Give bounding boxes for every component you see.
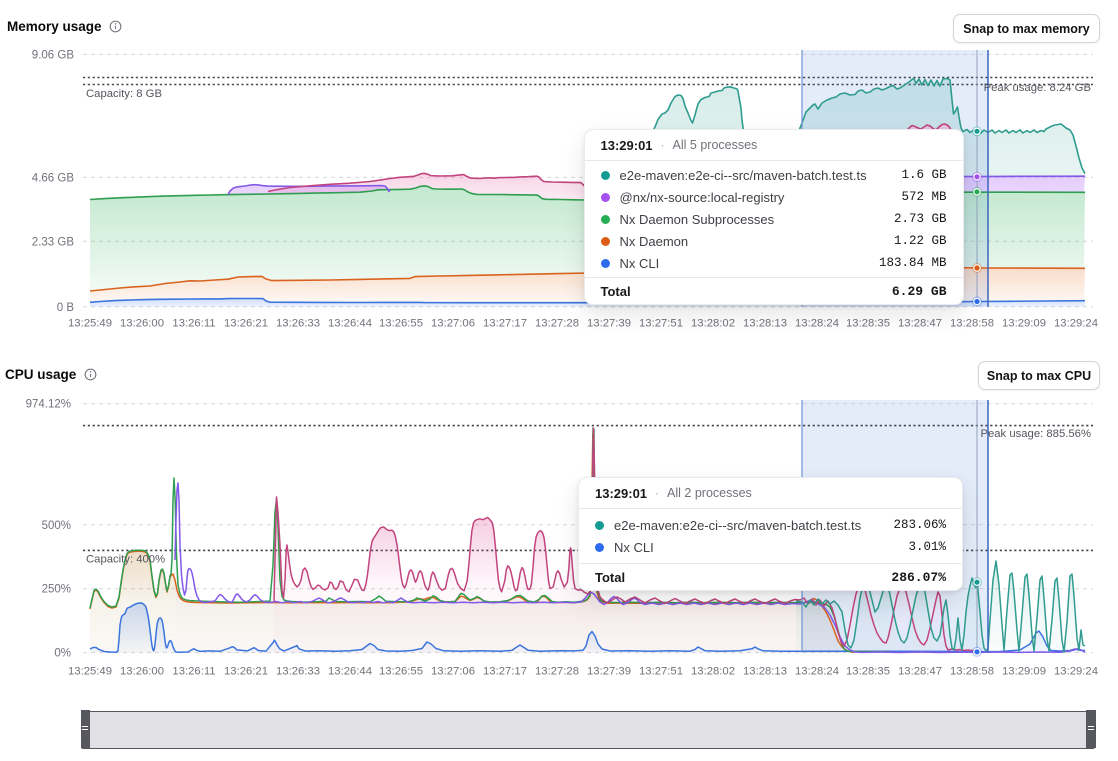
svg-text:13:28:58: 13:28:58 — [950, 318, 994, 330]
svg-text:13:28:35: 13:28:35 — [846, 318, 890, 330]
svg-text:13:28:13: 13:28:13 — [743, 666, 787, 678]
svg-text:13:26:21: 13:26:21 — [224, 666, 268, 678]
svg-text:13:26:55: 13:26:55 — [379, 666, 423, 678]
svg-text:13:28:35: 13:28:35 — [846, 666, 890, 678]
svg-text:500%: 500% — [42, 520, 71, 532]
svg-text:13:28:47: 13:28:47 — [898, 666, 942, 678]
svg-text:13:27:17: 13:27:17 — [483, 318, 527, 330]
svg-text:13:27:28: 13:27:28 — [535, 318, 579, 330]
svg-text:13:26:21: 13:26:21 — [224, 318, 268, 330]
svg-text:13:28:13: 13:28:13 — [743, 318, 787, 330]
svg-text:13:29:24: 13:29:24 — [1054, 318, 1098, 330]
svg-text:13:27:39: 13:27:39 — [587, 318, 631, 330]
svg-text:13:26:33: 13:26:33 — [276, 318, 320, 330]
svg-text:13:26:11: 13:26:11 — [172, 666, 215, 678]
svg-text:13:28:02: 13:28:02 — [691, 666, 735, 678]
svg-text:13:26:44: 13:26:44 — [328, 318, 372, 330]
svg-text:Capacity: 8 GB: Capacity: 8 GB — [86, 88, 162, 100]
svg-text:13:28:58: 13:28:58 — [950, 666, 994, 678]
svg-text:13:27:39: 13:27:39 — [587, 666, 631, 678]
svg-text:13:27:06: 13:27:06 — [431, 666, 475, 678]
svg-text:13:27:28: 13:27:28 — [535, 666, 579, 678]
svg-text:13:26:44: 13:26:44 — [328, 666, 372, 678]
svg-text:13:26:00: 13:26:00 — [120, 666, 164, 678]
svg-text:13:27:17: 13:27:17 — [483, 666, 527, 678]
svg-text:13:27:06: 13:27:06 — [431, 318, 475, 330]
svg-text:250%: 250% — [42, 584, 71, 596]
svg-text:13:26:33: 13:26:33 — [276, 666, 320, 678]
svg-text:13:29:24: 13:29:24 — [1054, 666, 1098, 678]
svg-text:13:27:51: 13:27:51 — [639, 318, 683, 330]
svg-text:13:27:51: 13:27:51 — [639, 666, 683, 678]
svg-text:4.66 GB: 4.66 GB — [32, 172, 75, 184]
svg-text:0 B: 0 B — [57, 302, 75, 314]
svg-text:13:29:09: 13:29:09 — [1002, 666, 1046, 678]
svg-text:9.06 GB: 9.06 GB — [32, 49, 75, 61]
svg-text:13:28:24: 13:28:24 — [795, 318, 839, 330]
svg-text:13:28:02: 13:28:02 — [691, 318, 735, 330]
svg-text:13:26:11: 13:26:11 — [172, 318, 215, 330]
svg-text:13:26:00: 13:26:00 — [120, 318, 164, 330]
svg-text:13:25:49: 13:25:49 — [68, 666, 112, 678]
svg-text:2.33 GB: 2.33 GB — [32, 236, 75, 248]
svg-text:974.12%: 974.12% — [26, 399, 71, 411]
svg-text:13:29:09: 13:29:09 — [1002, 318, 1046, 330]
svg-text:0%: 0% — [54, 648, 71, 660]
svg-text:13:26:55: 13:26:55 — [379, 318, 423, 330]
svg-text:13:25:49: 13:25:49 — [68, 318, 112, 330]
svg-text:Peak usage: 8.24 GB: Peak usage: 8.24 GB — [984, 82, 1091, 94]
svg-text:Peak usage: 885.56%: Peak usage: 885.56% — [980, 428, 1091, 440]
svg-text:13:28:24: 13:28:24 — [795, 666, 839, 678]
svg-text:Capacity: 400%: Capacity: 400% — [86, 554, 165, 566]
svg-text:13:28:47: 13:28:47 — [898, 318, 942, 330]
